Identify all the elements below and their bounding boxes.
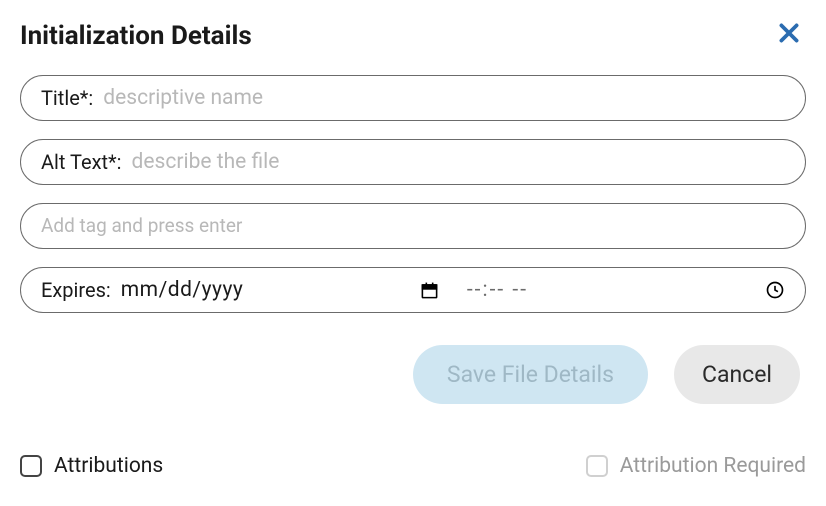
attribution-required-group: Attribution Required [586, 454, 806, 478]
clock-icon[interactable] [765, 280, 785, 300]
title-input[interactable] [103, 86, 785, 110]
attributions-label: Attributions [54, 454, 163, 478]
attribution-required-label: Attribution Required [620, 454, 806, 478]
attributions-group: Attributions [20, 454, 163, 478]
expires-label: Expires: [41, 278, 111, 302]
tag-field-row [20, 203, 806, 249]
cancel-button[interactable]: Cancel [674, 345, 800, 404]
date-input[interactable]: mm/dd/yyyy [121, 278, 244, 302]
date-segment: mm/dd/yyyy [121, 278, 439, 302]
title-field-row: Title*: [20, 75, 806, 121]
title-label: Title*: [41, 86, 93, 110]
dialog-title: Initialization Details [20, 21, 252, 51]
expires-field-row: Expires: mm/dd/yyyy --:-- -- [20, 267, 806, 313]
close-button[interactable] [772, 20, 806, 51]
attribution-required-checkbox [586, 455, 608, 477]
calendar-icon[interactable] [420, 281, 439, 300]
dialog-header: Initialization Details [20, 20, 806, 51]
close-icon [776, 20, 802, 53]
alt-text-input[interactable] [132, 150, 785, 174]
time-segment: --:-- -- [449, 278, 785, 302]
alt-text-field-row: Alt Text*: [20, 139, 806, 185]
tag-input[interactable] [41, 214, 785, 238]
button-row: Save File Details Cancel [20, 345, 806, 404]
footer-row: Attributions Attribution Required [20, 454, 806, 478]
attributions-checkbox[interactable] [20, 455, 42, 477]
save-button[interactable]: Save File Details [413, 345, 648, 404]
alt-text-label: Alt Text*: [41, 150, 122, 174]
time-input[interactable]: --:-- -- [467, 278, 528, 302]
